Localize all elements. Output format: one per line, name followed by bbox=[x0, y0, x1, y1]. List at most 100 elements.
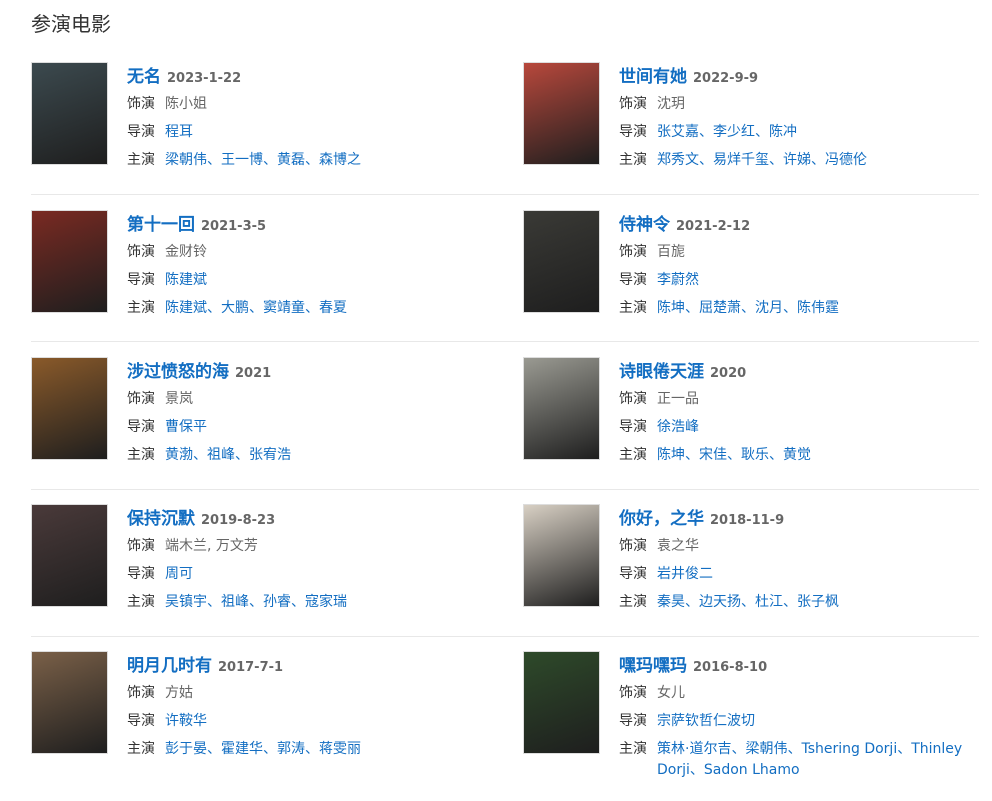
cast-line: 主演 吴镇宇、祖峰、孙睿、寇家瑞 bbox=[127, 588, 487, 616]
separator: 、 bbox=[699, 152, 713, 168]
cast-link[interactable]: 陈伟霆 bbox=[797, 300, 839, 316]
cast-label: 主演 bbox=[619, 594, 647, 610]
cast-link[interactable]: 易烊千玺 bbox=[713, 152, 769, 168]
movie-poster[interactable] bbox=[523, 357, 600, 460]
cast-link[interactable]: 郑秀文 bbox=[657, 152, 699, 168]
role-label: 饰演 bbox=[619, 244, 647, 260]
cast-link[interactable]: 陈坤 bbox=[657, 447, 685, 463]
cast-label: 主演 bbox=[127, 300, 155, 316]
cast-link[interactable]: 屈楚萧 bbox=[699, 300, 741, 316]
cast-names: 秦昊、边天扬、杜江、张子枫 bbox=[657, 588, 979, 616]
movie-poster[interactable] bbox=[31, 210, 108, 313]
movie-info: 保持沉默 2019-8-23 饰演 端木兰, 万文芳 导演 周可 主演 吴镇宇、祖峰、孙睿、寇… bbox=[127, 506, 487, 616]
cast-link[interactable]: 秦昊 bbox=[657, 594, 685, 610]
cast-link[interactable]: Tshering Dorji bbox=[801, 741, 897, 757]
cast-link[interactable]: 大鹏 bbox=[221, 300, 249, 316]
cast-link[interactable]: 梁朝伟 bbox=[745, 741, 787, 757]
director-line: 导演 岩井俊二 bbox=[619, 560, 979, 588]
cast-label: 主演 bbox=[127, 152, 155, 168]
director-line: 导演 李蔚然 bbox=[619, 266, 979, 294]
cast-link[interactable]: 耿乐 bbox=[741, 447, 769, 463]
role-label: 饰演 bbox=[127, 391, 155, 407]
cast-link[interactable]: 蒋雯丽 bbox=[319, 741, 361, 757]
cast-link[interactable]: 边天扬 bbox=[699, 594, 741, 610]
cast-link[interactable]: 杜江 bbox=[755, 594, 783, 610]
separator: 、 bbox=[811, 152, 825, 168]
cast-link[interactable]: 孙睿 bbox=[263, 594, 291, 610]
movie-title-link[interactable]: 第十一回 bbox=[127, 215, 195, 235]
role-line: 饰演 景岚 bbox=[127, 385, 487, 413]
cast-link[interactable]: 许娣 bbox=[783, 152, 811, 168]
role-value: 景岚 bbox=[165, 391, 193, 407]
movie-poster[interactable] bbox=[523, 504, 600, 607]
cast-link[interactable]: 宋佳 bbox=[699, 447, 727, 463]
cast-link[interactable]: 黄觉 bbox=[783, 447, 811, 463]
cast-link[interactable]: 策林·道尔吉 bbox=[657, 741, 731, 757]
cast-link[interactable]: 彭于晏 bbox=[165, 741, 207, 757]
director-link[interactable]: 程耳 bbox=[165, 124, 193, 140]
cast-link[interactable]: Sadon Lhamo bbox=[704, 762, 800, 778]
release-date: 2017-7-1 bbox=[218, 660, 284, 675]
separator: 、 bbox=[249, 594, 263, 610]
movie-title-link[interactable]: 保持沉默 bbox=[127, 509, 195, 529]
director-link[interactable]: 曹保平 bbox=[165, 419, 207, 435]
director-link[interactable]: 周可 bbox=[165, 566, 193, 582]
movie-poster[interactable] bbox=[31, 62, 108, 165]
cast-link[interactable]: 冯德伦 bbox=[825, 152, 867, 168]
director-link[interactable]: 徐浩峰 bbox=[657, 419, 699, 435]
cast-line: 主演 策林·道尔吉、梁朝伟、Tshering Dorji、Thinley Dorj… bbox=[619, 735, 979, 781]
director-link[interactable]: 许鞍华 bbox=[165, 713, 207, 729]
movie-info: 明月几时有 2017-7-1 饰演 方姑 导演 许鞍华 主演 彭于晏、霍建华、郭涛、蒋雯丽 bbox=[127, 653, 487, 763]
cast-link[interactable]: 春夏 bbox=[319, 300, 347, 316]
movie-title-link[interactable]: 侍神令 bbox=[619, 215, 670, 235]
movie-title-link[interactable]: 你好，之华 bbox=[619, 509, 704, 529]
director-link[interactable]: 张艾嘉 bbox=[657, 124, 699, 140]
director-link[interactable]: 陈建斌 bbox=[165, 272, 207, 288]
cast-link[interactable]: 张宥浩 bbox=[249, 447, 291, 463]
cast-link[interactable]: 黄渤 bbox=[165, 447, 193, 463]
movie-poster[interactable] bbox=[31, 504, 108, 607]
cast-link[interactable]: 祖峰 bbox=[207, 447, 235, 463]
cast-link[interactable]: 森博之 bbox=[319, 152, 361, 168]
movie-title-link[interactable]: 诗眼倦天涯 bbox=[619, 362, 704, 382]
movie-row: 无名 2023-1-22 饰演 陈小姐 导演 程耳 主演 梁朝伟、王一博、黄磊、森博之 世间有她… bbox=[31, 62, 979, 195]
movie-row: 涉过愤怒的海 2021 饰演 景岚 导演 曹保平 主演 黄渤、祖峰、张宥浩 诗眼倦天涯 2020 饰… bbox=[31, 357, 979, 490]
movie-title-link[interactable]: 世间有她 bbox=[619, 67, 687, 87]
director-link[interactable]: 岩井俊二 bbox=[657, 566, 713, 582]
movie-title-link[interactable]: 嘿玛嘿玛 bbox=[619, 656, 687, 676]
movie-title-link[interactable]: 涉过愤怒的海 bbox=[127, 362, 229, 382]
movie-poster[interactable] bbox=[523, 651, 600, 754]
cast-link[interactable]: 吴镇宇 bbox=[165, 594, 207, 610]
director-label: 导演 bbox=[619, 566, 647, 582]
cast-link[interactable]: 祖峰 bbox=[221, 594, 249, 610]
cast-link[interactable]: 梁朝伟 bbox=[165, 152, 207, 168]
movie-info: 诗眼倦天涯 2020 饰演 正一品 导演 徐浩峰 主演 陈坤、宋佳、耿乐、黄觉 bbox=[619, 359, 979, 469]
separator: 、 bbox=[207, 741, 221, 757]
cast-link[interactable]: 张子枫 bbox=[797, 594, 839, 610]
director-link[interactable]: 李少红 bbox=[713, 124, 755, 140]
cast-line: 主演 黄渤、祖峰、张宥浩 bbox=[127, 441, 487, 469]
cast-names: 策林·道尔吉、梁朝伟、Tshering Dorji、Thinley Dorji、… bbox=[657, 735, 979, 781]
movie-title-link[interactable]: 明月几时有 bbox=[127, 656, 212, 676]
movie-poster[interactable] bbox=[523, 210, 600, 313]
release-date: 2016-8-10 bbox=[693, 660, 768, 675]
movie-poster[interactable] bbox=[31, 651, 108, 754]
director-link[interactable]: 陈冲 bbox=[769, 124, 797, 140]
director-link[interactable]: 李蔚然 bbox=[657, 272, 699, 288]
movie-poster[interactable] bbox=[523, 62, 600, 165]
cast-link[interactable]: 黄磊 bbox=[277, 152, 305, 168]
cast-link[interactable]: 寇家瑞 bbox=[305, 594, 347, 610]
cast-link[interactable]: 窦靖童 bbox=[263, 300, 305, 316]
cast-link[interactable]: 霍建华 bbox=[221, 741, 263, 757]
cast-link[interactable]: 陈建斌 bbox=[165, 300, 207, 316]
cast-link[interactable]: 郭涛 bbox=[277, 741, 305, 757]
cast-link[interactable]: 王一博 bbox=[221, 152, 263, 168]
movie-poster[interactable] bbox=[31, 357, 108, 460]
cast-line: 主演 彭于晏、霍建华、郭涛、蒋雯丽 bbox=[127, 735, 487, 763]
cast-link[interactable]: 沈月 bbox=[755, 300, 783, 316]
movie-title-link[interactable]: 无名 bbox=[127, 67, 161, 87]
movie-row: 第十一回 2021-3-5 饰演 金财铃 导演 陈建斌 主演 陈建斌、大鹏、窦靖童、春夏 侍神令… bbox=[31, 210, 979, 342]
separator: 、 bbox=[207, 300, 221, 316]
cast-link[interactable]: 陈坤 bbox=[657, 300, 685, 316]
director-link[interactable]: 宗萨钦哲仁波切 bbox=[657, 713, 755, 729]
